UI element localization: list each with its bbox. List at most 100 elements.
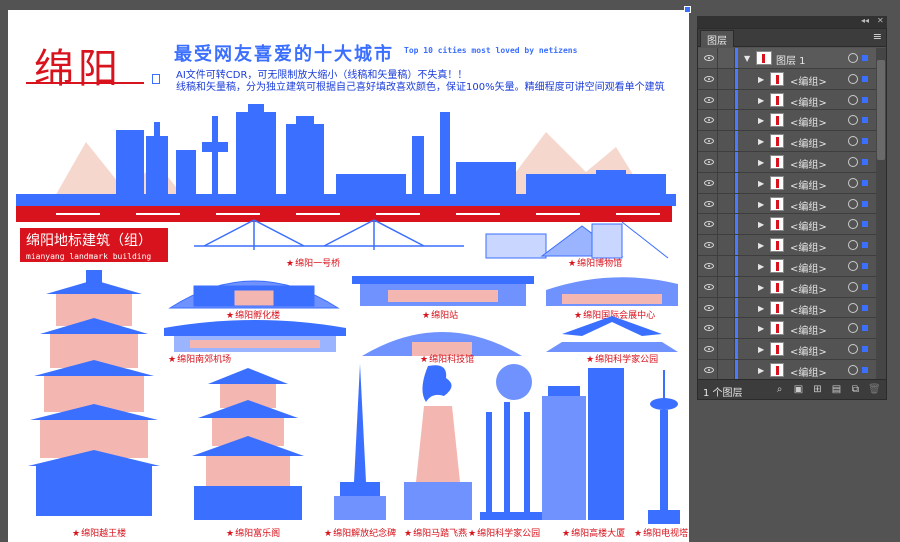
clipping-mask-icon[interactable]: ▣	[793, 384, 804, 395]
selection-indicator	[862, 179, 868, 186]
target-circle-icon[interactable]	[848, 73, 858, 84]
artboard-resize-handle[interactable]	[684, 6, 691, 13]
group-row[interactable]: ▶ <编组>	[698, 214, 876, 236]
target-circle-icon[interactable]	[848, 136, 858, 147]
group-row[interactable]: ▶ <编组>	[698, 151, 876, 173]
expand-arrow-right-icon[interactable]: ▶	[758, 200, 764, 209]
expand-arrow-right-icon[interactable]: ▶	[758, 116, 764, 125]
convention-illustration	[546, 277, 678, 306]
eye-icon	[704, 55, 714, 61]
visibility-toggle[interactable]	[700, 318, 718, 339]
target-circle-icon[interactable]	[848, 240, 858, 251]
lock-toggle[interactable]	[719, 151, 735, 172]
group-row[interactable]: ▶ <编组>	[698, 339, 876, 360]
target-circle-icon[interactable]	[848, 53, 858, 63]
target-circle-icon[interactable]	[848, 344, 858, 355]
lock-toggle[interactable]	[719, 131, 735, 151]
new-layer-button-icon[interactable]: ⧉	[850, 384, 861, 395]
station-illustration	[352, 276, 534, 306]
lock-toggle[interactable]	[719, 276, 735, 297]
lock-toggle[interactable]	[719, 193, 735, 214]
expand-arrow-right-icon[interactable]: ▶	[758, 137, 764, 146]
brand-mark	[152, 74, 160, 84]
group-row[interactable]: ▶ <编组>	[698, 131, 876, 152]
target-circle-icon[interactable]	[848, 177, 858, 188]
target-circle-icon[interactable]	[848, 219, 858, 230]
lock-toggle[interactable]	[719, 235, 735, 255]
new-sublayer-icon[interactable]: ⊞	[812, 384, 823, 395]
expand-arrow-down-icon[interactable]: ▼	[744, 54, 750, 63]
layer-color-bar	[735, 89, 738, 110]
lock-toggle[interactable]	[719, 318, 735, 339]
lock-toggle[interactable]	[719, 68, 735, 89]
expand-arrow-right-icon[interactable]: ▶	[758, 220, 764, 229]
group-row[interactable]: ▶ <编组>	[698, 235, 876, 256]
lock-toggle[interactable]	[719, 339, 735, 359]
expand-arrow-right-icon[interactable]: ▶	[758, 96, 764, 105]
visibility-toggle[interactable]	[700, 193, 718, 214]
layers-scrollbar[interactable]	[876, 48, 886, 380]
visibility-toggle[interactable]	[700, 131, 718, 151]
menu-icon[interactable]: ≡	[873, 30, 882, 43]
target-circle-icon[interactable]	[848, 302, 858, 313]
visibility-toggle[interactable]	[700, 68, 718, 89]
layer-row[interactable]: ▼ 图层 1	[698, 48, 876, 69]
target-circle-icon[interactable]	[848, 156, 858, 167]
visibility-toggle[interactable]	[700, 276, 718, 297]
visibility-toggle[interactable]	[700, 297, 718, 318]
panel-dock-bar[interactable]: ◂◂ ✕	[697, 16, 887, 28]
target-circle-icon[interactable]	[848, 364, 858, 375]
target-circle-icon[interactable]	[848, 94, 858, 105]
target-circle-icon[interactable]	[848, 115, 858, 126]
new-layer-icon[interactable]: ▤	[831, 384, 842, 395]
group-row[interactable]: ▶ <编组>	[698, 110, 876, 132]
lock-toggle[interactable]	[719, 255, 735, 276]
expand-arrow-right-icon[interactable]: ▶	[758, 179, 764, 188]
expand-arrow-right-icon[interactable]: ▶	[758, 262, 764, 271]
group-row[interactable]: ▶ <编组>	[698, 68, 876, 90]
group-row[interactable]: ▶ <编组>	[698, 297, 876, 319]
lock-toggle[interactable]	[719, 359, 735, 380]
visibility-toggle[interactable]	[700, 235, 718, 255]
tab-layers[interactable]: 图层	[700, 30, 734, 47]
visibility-toggle[interactable]	[700, 255, 718, 276]
lock-toggle[interactable]	[719, 48, 735, 68]
expand-arrow-right-icon[interactable]: ▶	[758, 158, 764, 167]
lock-toggle[interactable]	[719, 297, 735, 318]
expand-arrow-right-icon[interactable]: ▶	[758, 75, 764, 84]
lock-toggle[interactable]	[719, 172, 735, 193]
expand-arrow-right-icon[interactable]: ▶	[758, 283, 764, 292]
lock-toggle[interactable]	[719, 89, 735, 110]
visibility-toggle[interactable]	[700, 172, 718, 193]
target-circle-icon[interactable]	[848, 198, 858, 209]
target-circle-icon[interactable]	[848, 281, 858, 292]
close-panel-icon[interactable]: ✕	[877, 16, 884, 25]
lock-toggle[interactable]	[719, 214, 735, 235]
visibility-toggle[interactable]	[700, 151, 718, 172]
expand-arrow-right-icon[interactable]: ▶	[758, 241, 764, 250]
group-row[interactable]: ▶ <编组>	[698, 318, 876, 340]
visibility-toggle[interactable]	[700, 214, 718, 235]
group-row[interactable]: ▶ <编组>	[698, 255, 876, 277]
artboard-canvas[interactable]: 绵阳 最受网友喜爱的十大城市 Top 10 cities most loved …	[8, 10, 689, 542]
group-row[interactable]: ▶ <编组>	[698, 89, 876, 111]
locate-object-icon[interactable]: ⌕	[774, 384, 785, 395]
visibility-toggle[interactable]	[700, 110, 718, 131]
collapse-panel-icon[interactable]: ◂◂	[861, 16, 869, 25]
visibility-toggle[interactable]	[700, 89, 718, 110]
expand-arrow-right-icon[interactable]: ▶	[758, 324, 764, 333]
group-row[interactable]: ▶ <编组>	[698, 276, 876, 298]
expand-arrow-right-icon[interactable]: ▶	[758, 304, 764, 313]
target-circle-icon[interactable]	[848, 323, 858, 334]
target-circle-icon[interactable]	[848, 260, 858, 271]
expand-arrow-right-icon[interactable]: ▶	[758, 345, 764, 354]
group-row[interactable]: ▶ <编组>	[698, 359, 876, 380]
expand-arrow-right-icon[interactable]: ▶	[758, 366, 764, 375]
visibility-toggle[interactable]	[700, 48, 718, 68]
group-row[interactable]: ▶ <编组>	[698, 172, 876, 194]
visibility-toggle[interactable]	[700, 359, 718, 380]
lock-toggle[interactable]	[719, 110, 735, 131]
visibility-toggle[interactable]	[700, 339, 718, 359]
group-row[interactable]: ▶ <编组>	[698, 193, 876, 215]
delete-layer-icon[interactable]: 🗑	[868, 384, 881, 395]
